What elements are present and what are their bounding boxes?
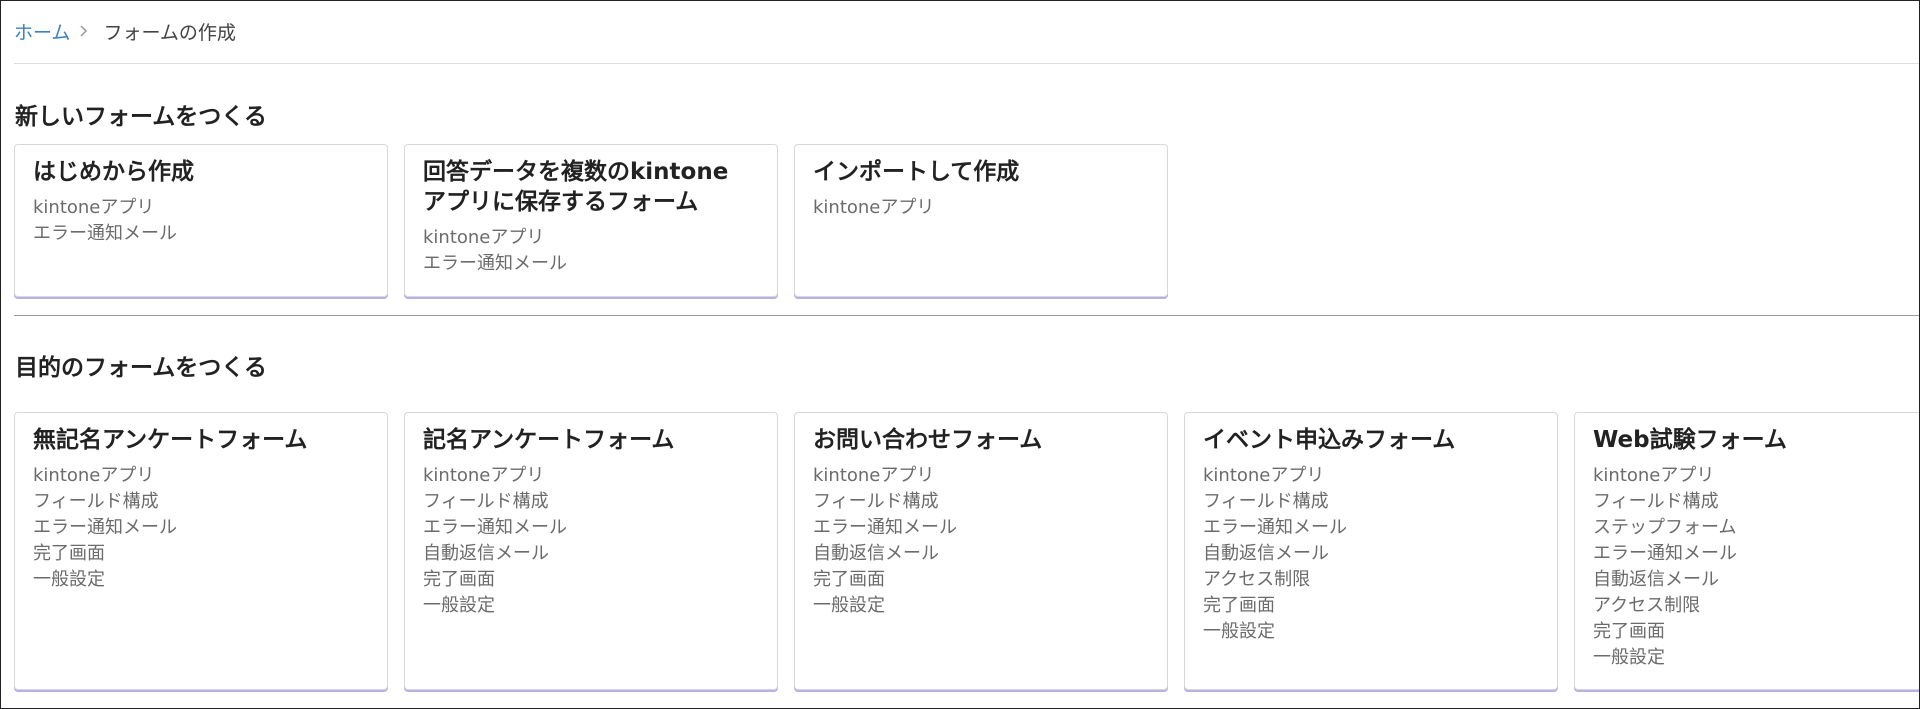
- card-title: 記名アンケートフォーム: [423, 425, 759, 455]
- section-title-new: 新しいフォームをつくる: [15, 104, 267, 130]
- card-title-line: イベント申込みフォーム: [1203, 427, 1456, 453]
- card-tag: エラー通知メール: [423, 517, 567, 538]
- card-tag: エラー通知メール: [813, 517, 957, 538]
- card-tag: kintoneアプリ: [33, 465, 155, 486]
- card-title-line: 記名アンケートフォーム: [423, 427, 675, 453]
- card-tag: 完了画面: [1593, 621, 1665, 642]
- card-tag: kintoneアプリ: [1593, 465, 1715, 486]
- card-tag: kintoneアプリ: [423, 465, 545, 486]
- breadcrumb: ホーム フォームの作成: [14, 18, 236, 45]
- card-tag: 自動返信メール: [1593, 569, 1719, 590]
- card-title: お問い合わせフォーム: [813, 425, 1149, 455]
- card-tag: 一般設定: [1593, 647, 1665, 668]
- card-tag: 完了画面: [1203, 595, 1275, 616]
- card-tag: 完了画面: [423, 569, 495, 590]
- card-tag: ステップフォーム: [1593, 517, 1737, 538]
- card-new-multi-app[interactable]: 回答データを複数のkintone アプリに保存するフォーム kintoneアプリ…: [404, 144, 778, 297]
- card-new-import[interactable]: インポートして作成 kintoneアプリ: [794, 144, 1168, 297]
- card-title: 無記名アンケートフォーム: [33, 425, 369, 455]
- breadcrumb-current: フォームの作成: [103, 21, 236, 44]
- card-title-line: お問い合わせフォーム: [813, 427, 1043, 453]
- card-tag: エラー通知メール: [1203, 517, 1347, 538]
- card-title-line: 無記名アンケートフォーム: [33, 427, 308, 453]
- card-title: 回答データを複数のkintone アプリに保存するフォーム: [423, 157, 759, 217]
- card-tag: 一般設定: [423, 595, 495, 616]
- card-title: インポートして作成: [813, 157, 1149, 187]
- card-new-blank[interactable]: はじめから作成 kintoneアプリ エラー通知メール: [14, 144, 388, 297]
- card-purpose-inquiry[interactable]: お問い合わせフォーム kintoneアプリ フィールド構成 エラー通知メール 自…: [794, 412, 1168, 690]
- card-title-line: アプリに保存するフォーム: [423, 189, 699, 215]
- card-tag: フィールド構成: [1203, 491, 1329, 512]
- card-purpose-named-survey[interactable]: 記名アンケートフォーム kintoneアプリ フィールド構成 エラー通知メール …: [404, 412, 778, 690]
- card-tag: kintoneアプリ: [813, 197, 935, 218]
- card-purpose-anonymous-survey[interactable]: 無記名アンケートフォーム kintoneアプリ フィールド構成 エラー通知メール…: [14, 412, 388, 690]
- card-tag: kintoneアプリ: [423, 227, 545, 248]
- card-tag: アクセス制限: [1203, 569, 1311, 590]
- card-tag: kintoneアプリ: [813, 465, 935, 486]
- card-tag: エラー通知メール: [33, 223, 177, 244]
- card-tag: 一般設定: [813, 595, 885, 616]
- card-tag: エラー通知メール: [423, 253, 567, 274]
- card-purpose-event-registration[interactable]: イベント申込みフォーム kintoneアプリ フィールド構成 エラー通知メール …: [1184, 412, 1558, 690]
- card-tag: kintoneアプリ: [33, 197, 155, 218]
- card-tag: フィールド構成: [33, 491, 159, 512]
- card-tag: 自動返信メール: [1203, 543, 1329, 564]
- card-title: イベント申込みフォーム: [1203, 425, 1539, 455]
- form-create-page: ホーム フォームの作成 新しいフォームをつくる はじめから作成 kintoneア…: [0, 0, 1920, 709]
- section-title-purpose: 目的のフォームをつくる: [15, 355, 267, 381]
- card-title-line: Web試験フォーム: [1593, 427, 1787, 453]
- card-tag: 一般設定: [33, 569, 105, 590]
- card-tag: 完了画面: [813, 569, 885, 590]
- divider: [14, 315, 1919, 316]
- breadcrumb-home-link[interactable]: ホーム: [14, 18, 70, 45]
- card-tag: 一般設定: [1203, 621, 1275, 642]
- card-title-line: はじめから作成: [33, 159, 194, 185]
- card-title-line: インポートして作成: [813, 159, 1020, 185]
- card-tag: エラー通知メール: [33, 517, 177, 538]
- card-tag: アクセス制限: [1593, 595, 1701, 616]
- card-tag: 自動返信メール: [423, 543, 549, 564]
- card-tag: エラー通知メール: [1593, 543, 1737, 564]
- card-tag: 自動返信メール: [813, 543, 939, 564]
- card-tag: フィールド構成: [813, 491, 939, 512]
- card-title: はじめから作成: [33, 157, 369, 187]
- card-tag: kintoneアプリ: [1203, 465, 1325, 486]
- card-tag: フィールド構成: [423, 491, 549, 512]
- divider: [14, 63, 1919, 64]
- card-tag: フィールド構成: [1593, 491, 1719, 512]
- card-title: Web試験フォーム: [1593, 425, 1919, 455]
- card-purpose-web-exam[interactable]: Web試験フォーム kintoneアプリ フィールド構成 ステップフォーム エラ…: [1574, 412, 1919, 690]
- chevron-right-icon: [79, 24, 89, 38]
- card-tag: 完了画面: [33, 543, 105, 564]
- card-title-line: 回答データを複数のkintone: [423, 159, 729, 185]
